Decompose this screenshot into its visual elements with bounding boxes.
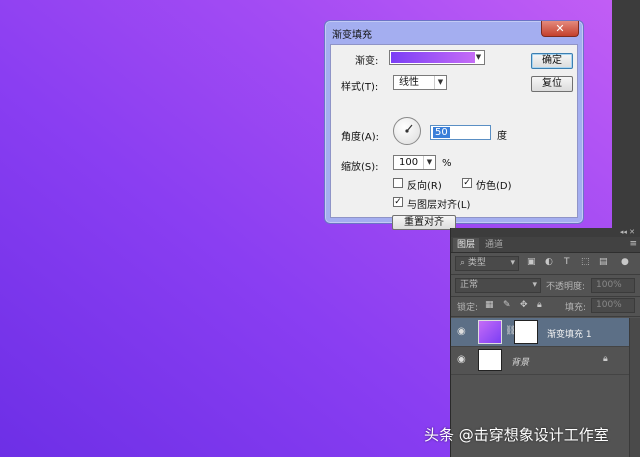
angle-label: 角度(A): [341, 132, 380, 143]
type-filter-icon[interactable]: T [564, 257, 570, 267]
fill-label: 填充: [565, 303, 587, 313]
align-label[interactable]: 与图层对齐(L) [407, 196, 470, 211]
chevron-down-icon[interactable]: ▼ [423, 156, 435, 169]
panel-header-bar: ◂◂ ✕ [451, 228, 640, 237]
chevron-down-icon: ▼ [434, 76, 446, 89]
chevron-down-icon: ▾ [510, 258, 515, 268]
gradient-picker[interactable]: ▼ [389, 50, 485, 65]
style-label: 样式(T): [341, 82, 379, 93]
angle-input[interactable]: 50 [430, 125, 491, 140]
angle-dial[interactable] [393, 117, 421, 145]
lock-transparency-icon[interactable]: ▦ [485, 300, 494, 310]
divider [451, 316, 640, 317]
shape-filter-icon[interactable]: ⬚ [581, 257, 590, 267]
opacity-label: 不透明度: [546, 282, 586, 292]
reset-button[interactable]: 复位 [531, 76, 573, 92]
layer-mask-thumbnail[interactable] [514, 320, 538, 344]
gradient-fill-dialog: 渐变填充 ✕ 渐变: ▼ 样式(T): 线性 ▼ 角度(A): 50 度 缩放(… [324, 20, 584, 230]
eye-icon[interactable]: ◉ [457, 354, 466, 365]
lock-label: 锁定: [457, 303, 479, 313]
style-select[interactable]: 线性 ▼ [393, 75, 447, 90]
gradient-thumbnail[interactable] [478, 320, 502, 344]
dialog-body: 渐变: ▼ 样式(T): 线性 ▼ 角度(A): 50 度 缩放(S): 100… [330, 44, 578, 230]
angle-indicator-icon [405, 124, 413, 133]
scale-value: 100 [399, 157, 419, 168]
angle-value: 50 [433, 127, 450, 138]
lock-pixels-icon[interactable]: ✎ [503, 300, 511, 310]
chevron-down-icon: ▾ [532, 280, 537, 290]
filter-toggle-icon[interactable]: ● [621, 257, 629, 267]
style-value: 线性 [399, 77, 419, 88]
blend-mode-select[interactable]: 正常 ▾ [455, 278, 541, 293]
opacity-value: 100% [596, 280, 622, 290]
filter-kind-value: 类型 [467, 258, 486, 268]
angle-unit: 度 [497, 131, 507, 142]
collapse-icon[interactable]: ◂◂ ✕ [620, 228, 635, 236]
background-thumbnail[interactable] [478, 349, 502, 371]
opacity-input[interactable]: 100% [591, 278, 635, 293]
layer-row-gradient-fill[interactable]: ◉ ⛓ 渐变填充 1 [451, 318, 629, 347]
panel-tabs: 图层 通道 ≡ [451, 237, 640, 253]
layer-row-background[interactable]: ◉ 背景 🔒︎ [451, 347, 629, 375]
align-checkbox[interactable]: ✓ [393, 197, 403, 207]
eye-icon[interactable]: ◉ [457, 326, 466, 337]
close-button[interactable]: ✕ [541, 21, 579, 37]
scale-label: 缩放(S): [341, 162, 379, 173]
dialog-title: 渐变填充 [332, 30, 372, 41]
tab-channels[interactable]: 通道 [481, 238, 507, 252]
dither-checkbox[interactable]: ✓ [462, 178, 472, 188]
tab-layers[interactable]: 图层 [453, 238, 480, 252]
gradient-label: 渐变: [355, 56, 379, 67]
reset-align-button[interactable]: 重置对齐 [392, 215, 456, 230]
lock-all-icon[interactable]: 🔒︎ [537, 300, 542, 310]
lock-icon: 🔒︎ [603, 354, 608, 364]
workspace-edge [612, 0, 640, 228]
watermark: 头条 @击穿想象设计工作室 [424, 426, 609, 444]
divider [451, 296, 640, 297]
smart-object-filter-icon[interactable]: ▤ [599, 257, 608, 267]
chevron-down-icon[interactable]: ▼ [474, 51, 483, 64]
reverse-label[interactable]: 反向(R) [407, 177, 442, 192]
dither-label[interactable]: 仿色(D) [476, 177, 512, 192]
layers-panel: ◂◂ ✕ 图层 通道 ≡ ⌕ 类型 ▾ ▣ ◐ T ⬚ ▤ ● 正常 ▾ 不透明… [450, 228, 640, 457]
layers-scrollbar[interactable] [629, 318, 640, 457]
ok-button[interactable]: 确定 [531, 53, 573, 69]
layer-name[interactable]: 背景 [511, 355, 529, 368]
image-filter-icon[interactable]: ▣ [527, 257, 536, 267]
adjustment-filter-icon[interactable]: ◐ [545, 257, 553, 267]
fill-input[interactable]: 100% [591, 298, 635, 313]
scale-input[interactable]: 100 ▼ [393, 155, 436, 170]
scale-unit: % [442, 158, 452, 169]
fill-value: 100% [596, 300, 622, 310]
filter-kind-select[interactable]: ⌕ 类型 ▾ [455, 256, 519, 271]
panel-menu-icon[interactable]: ≡ [629, 239, 637, 249]
search-icon: ⌕ [460, 258, 468, 268]
blend-mode-value: 正常 [460, 280, 479, 290]
layer-name[interactable]: 渐变填充 1 [547, 327, 592, 340]
gradient-preview[interactable] [391, 52, 475, 63]
reverse-checkbox[interactable] [393, 178, 403, 188]
lock-position-icon[interactable]: ✥ [520, 300, 528, 310]
divider [451, 274, 640, 275]
